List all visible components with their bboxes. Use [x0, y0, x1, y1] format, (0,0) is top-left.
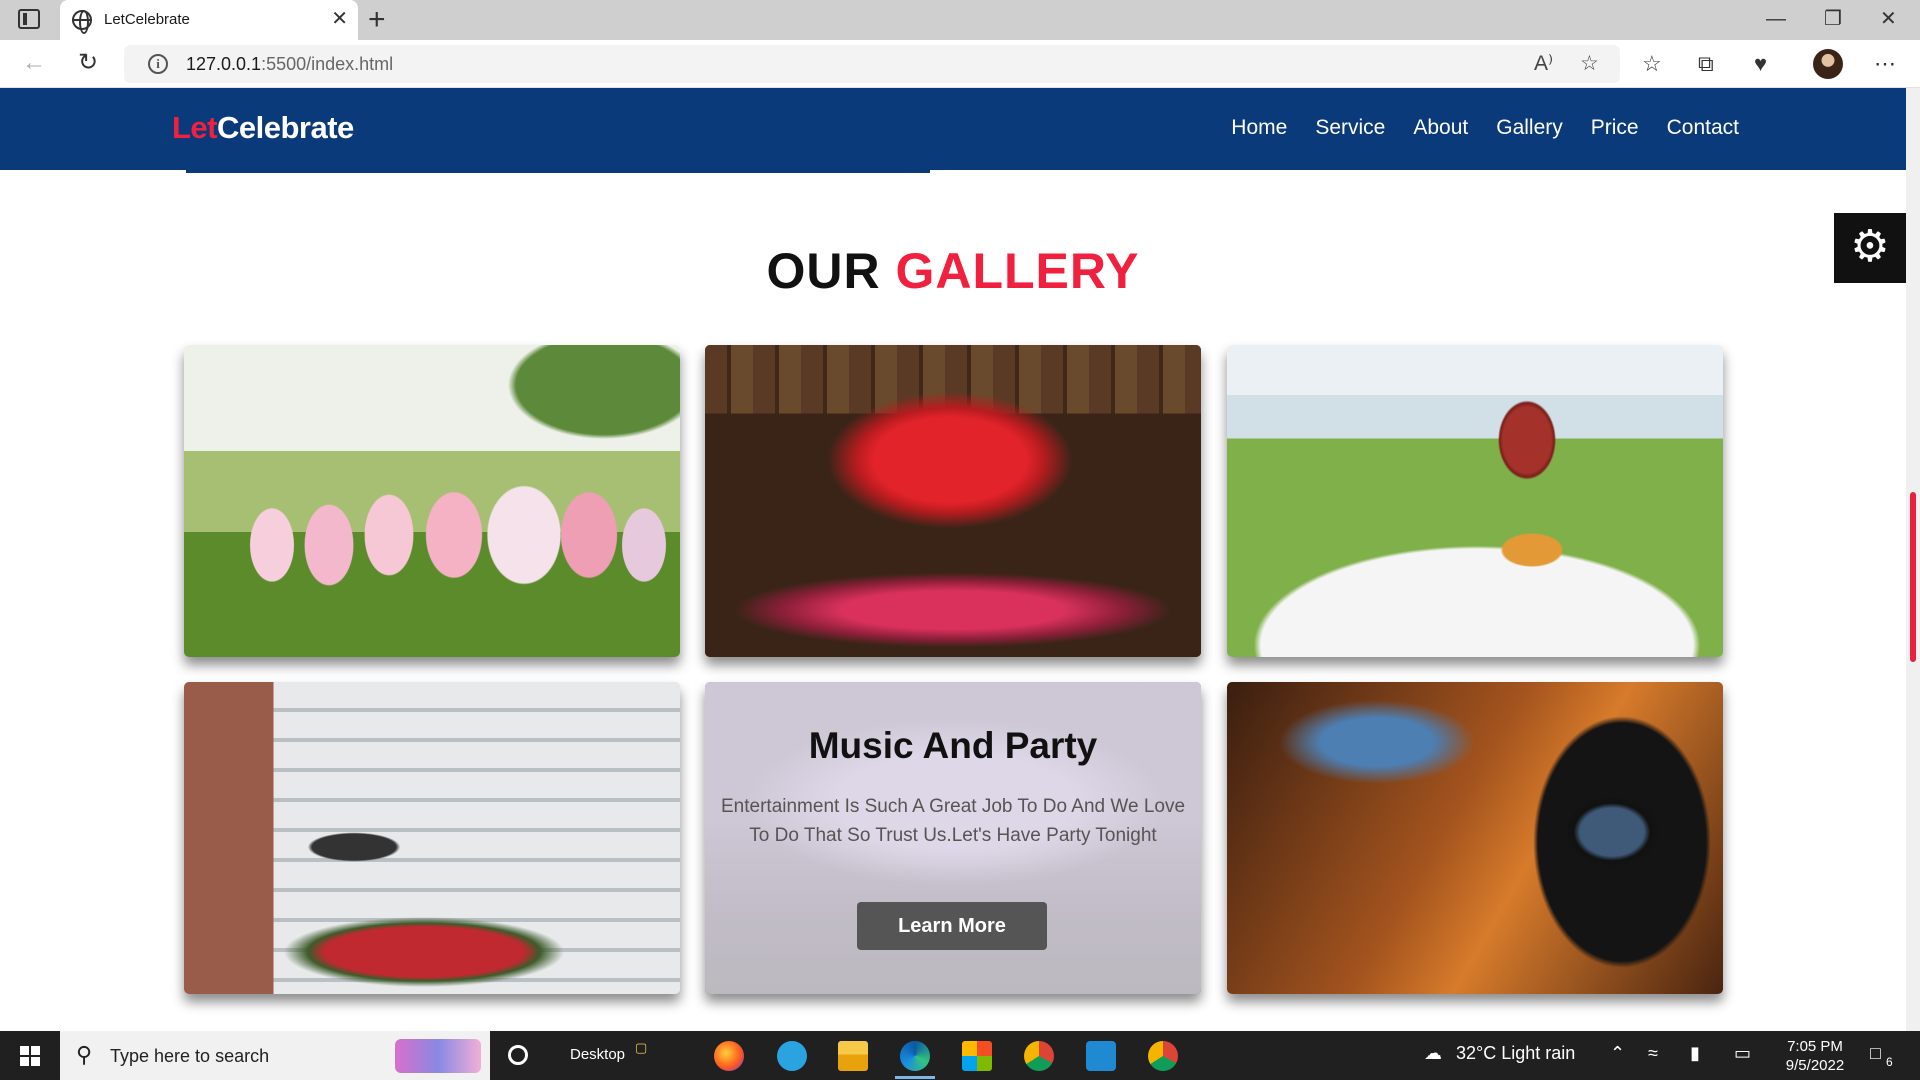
browser-tab[interactable]: LetCelebrate ✕: [60, 0, 358, 40]
dessert-table-image: [1227, 345, 1723, 657]
firefox-icon[interactable]: [714, 1041, 744, 1071]
page-viewport: LetCelebrate Home Service About Gallery …: [0, 88, 1906, 1031]
more-menu-icon[interactable]: ⋯: [1874, 50, 1896, 78]
scrollbar-thumb[interactable]: [1910, 492, 1916, 662]
reload-icon[interactable]: ↻: [78, 49, 98, 77]
close-window-button[interactable]: ✕: [1880, 6, 1897, 32]
search-icon: ⚲: [76, 1042, 93, 1067]
camera-event-image: [1227, 682, 1723, 994]
profile-avatar[interactable]: [1813, 49, 1843, 79]
globe-icon: [72, 10, 92, 34]
windows-start-icon[interactable]: [20, 1046, 40, 1066]
promo-description: Entertainment Is Such A Great Job To Do …: [721, 796, 1186, 846]
back-arrow-icon[interactable]: ←: [22, 49, 46, 77]
restore-button[interactable]: ❐: [1824, 6, 1842, 32]
desktop-toolbar[interactable]: Desktop: [570, 1046, 625, 1063]
gallery-heading: OUR GALLERY: [766, 243, 1140, 299]
header-divider: [186, 170, 930, 173]
nav-link-about[interactable]: About: [1413, 116, 1468, 140]
browser-tab-bar: LetCelebrate ✕ + — ❐ ✕: [0, 0, 1920, 40]
minimize-button[interactable]: —: [1766, 6, 1786, 32]
nav-link-gallery[interactable]: Gallery: [1496, 116, 1563, 140]
tab-close-icon[interactable]: ✕: [331, 7, 348, 31]
weather-icon: ☁: [1424, 1043, 1442, 1063]
network-icon[interactable]: ≈: [1648, 1043, 1658, 1064]
file-explorer-icon[interactable]: [838, 1041, 868, 1071]
windows-taskbar: ⚲ Type here to search Desktop ▢ ☁ 32°C L…: [0, 1031, 1920, 1080]
site-header: LetCelebrate Home Service About Gallery …: [0, 88, 1906, 170]
url-text[interactable]: 127.0.0.1:5500/index.html: [186, 54, 393, 75]
collections-icon[interactable]: ⧉: [1698, 50, 1714, 78]
gallery-item-music-party: Music And Party Entertainment Is Such A …: [705, 682, 1201, 994]
tab-title: LetCelebrate: [104, 11, 190, 28]
desktop-folder-icon: ▢: [635, 1040, 648, 1055]
battery-icon[interactable]: ▮: [1690, 1043, 1700, 1064]
show-hidden-icons[interactable]: ⌃: [1610, 1043, 1625, 1064]
gallery-item-camera[interactable]: [1227, 682, 1723, 994]
search-placeholder: Type here to search: [110, 1046, 270, 1066]
taskbar-search[interactable]: ⚲ Type here to search: [60, 1031, 490, 1080]
site-nav: Home Service About Gallery Price Contact: [1231, 116, 1739, 140]
chrome-icon[interactable]: [1024, 1041, 1054, 1071]
new-tab-button[interactable]: +: [368, 3, 386, 37]
favorites-icon[interactable]: ☆: [1642, 50, 1662, 78]
gallery-item-courtyard[interactable]: [184, 682, 680, 994]
page-scrollbar[interactable]: [1906, 88, 1920, 1031]
nav-link-home[interactable]: Home: [1231, 116, 1287, 140]
nav-link-contact[interactable]: Contact: [1667, 116, 1739, 140]
read-aloud-icon[interactable]: A⁾: [1534, 51, 1553, 77]
learn-more-button[interactable]: Learn More: [857, 902, 1047, 950]
task-view-icon[interactable]: [508, 1045, 528, 1065]
nav-link-price[interactable]: Price: [1591, 116, 1639, 140]
add-favorite-icon[interactable]: ☆: [1580, 51, 1599, 77]
search-highlight-icon: [395, 1039, 481, 1073]
flower-box-image: [705, 345, 1201, 657]
gallery-item-bridal-party[interactable]: [184, 345, 680, 657]
address-bar[interactable]: i 127.0.0.1:5500/index.html A⁾ ☆: [124, 45, 1620, 83]
courtyard-cafe-image: [184, 682, 680, 994]
browser-toolbar: ← ↻ i 127.0.0.1:5500/index.html A⁾ ☆ ☆ ⧉…: [0, 40, 1920, 88]
site-info-icon[interactable]: i: [148, 54, 168, 74]
edge-icon[interactable]: [900, 1041, 930, 1071]
notification-count: 6: [1886, 1055, 1893, 1069]
microsoft-store-icon[interactable]: [962, 1041, 992, 1071]
gallery-item-dessert-table[interactable]: [1227, 345, 1723, 657]
site-logo[interactable]: LetCelebrate: [172, 110, 354, 146]
gallery-item-flowers[interactable]: [705, 345, 1201, 657]
vscode-icon[interactable]: [1086, 1041, 1116, 1071]
active-app-indicator: [895, 1076, 935, 1079]
notification-icon[interactable]: □: [1870, 1043, 1881, 1064]
chrome-profile-icon[interactable]: [1148, 1041, 1178, 1071]
promo-title: Music And Party: [808, 725, 1098, 766]
input-indicator-icon[interactable]: ▭: [1734, 1043, 1751, 1064]
tab-actions-icon[interactable]: [18, 9, 40, 29]
bridal-party-image: [184, 345, 680, 657]
taskbar-clock[interactable]: 7:05 PM 9/5/2022: [1770, 1037, 1860, 1075]
browser-essentials-icon[interactable]: ♥: [1754, 50, 1767, 78]
nav-link-service[interactable]: Service: [1315, 116, 1385, 140]
weather-text[interactable]: 32°C Light rain: [1456, 1043, 1575, 1064]
telegram-icon[interactable]: [777, 1041, 807, 1071]
